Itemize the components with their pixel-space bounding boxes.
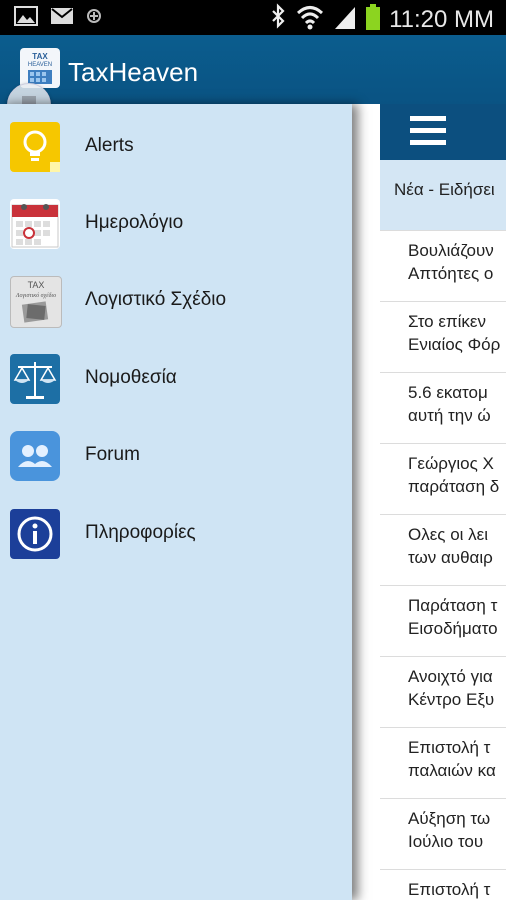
news-title: Ανοιχτό για xyxy=(408,667,493,686)
image-notification-icon xyxy=(14,6,38,31)
svg-text:Λογιστικό σχέδιο: Λογιστικό σχέδιο xyxy=(15,293,56,299)
app-title: TaxHeaven xyxy=(68,57,199,87)
drawer-item-forum[interactable]: Forum xyxy=(0,423,352,493)
section-header: Νέα - Ειδήσει xyxy=(380,160,506,230)
usb-notification-icon xyxy=(86,6,102,31)
news-subtitle: παράταση δ xyxy=(408,477,500,496)
lightbulb-icon xyxy=(10,122,60,172)
drawer-item-legislation[interactable]: Νομοθεσία xyxy=(0,346,352,416)
drawer-item-label: Alerts xyxy=(85,135,134,156)
news-title: Αύξηση τω xyxy=(408,809,491,828)
forum-icon xyxy=(10,431,60,481)
news-item[interactable]: 5.6 εκατομ αυτή την ώ xyxy=(380,372,506,443)
drawer-item-label: Νομοθεσία xyxy=(85,367,177,388)
content-toolbar xyxy=(380,104,506,160)
news-title: Επιστολή τ xyxy=(408,880,491,899)
drawer-item-label: Λογιστικό Σχέδιο xyxy=(85,289,227,310)
clock: 11:20 MM xyxy=(389,5,494,33)
calendar-icon xyxy=(10,199,60,249)
news-title: Ολες οι λει xyxy=(408,525,489,544)
wifi-icon xyxy=(295,3,325,36)
news-item[interactable]: Γεώργιος Χ παράταση δ xyxy=(380,443,506,514)
info-icon xyxy=(10,509,60,559)
news-title: 5.6 εκατομ xyxy=(408,383,488,402)
drawer-item-label: Ημερολόγιο xyxy=(85,212,184,233)
section-title: Νέα - Ειδήσει xyxy=(394,180,495,199)
drawer-item-info[interactable]: Πληροφορίες xyxy=(0,501,352,571)
news-subtitle: Κέντρο Εξυ xyxy=(408,690,495,709)
news-item[interactable]: Βουλιάζουν Απτόητες ο xyxy=(380,230,506,301)
app-logo[interactable]: TAX HEAVEN xyxy=(20,48,60,88)
news-item[interactable]: Επιστολή τ xyxy=(380,869,506,900)
news-subtitle: παλαιών κα xyxy=(408,761,496,780)
battery-icon xyxy=(365,3,381,36)
news-subtitle: Ενιαίος Φόρ xyxy=(408,335,501,354)
news-subtitle: Απτόητες ο xyxy=(408,264,494,283)
app-bar: TAX HEAVEN TaxHeaven xyxy=(0,35,506,104)
signal-icon xyxy=(333,3,357,36)
news-item[interactable]: Ολες οι λει των αυθαιρ xyxy=(380,514,506,585)
news-subtitle: αυτή την ώ xyxy=(408,406,491,425)
news-item[interactable]: Παράταση τ Εισοδήματο xyxy=(380,585,506,656)
news-item[interactable]: Αύξηση τω Ιούλιο του xyxy=(380,798,506,869)
svg-text:HEAVEN: HEAVEN xyxy=(28,62,52,68)
news-title: Στο επίκεν xyxy=(408,312,487,331)
svg-text:TAX: TAX xyxy=(28,280,45,290)
news-title: Γεώργιος Χ xyxy=(408,454,494,473)
email-notification-icon xyxy=(50,6,74,31)
news-subtitle: Εισοδήματο xyxy=(408,619,498,638)
news-item[interactable]: Επιστολή τ παλαιών κα xyxy=(380,727,506,798)
news-subtitle: Ιούλιο του xyxy=(408,832,484,851)
drawer-item-accounting-plan[interactable]: TAX Λογιστικό σχέδιο Λογιστικό Σχέδιο xyxy=(0,268,352,338)
news-title: Επιστολή τ xyxy=(408,738,491,757)
drawer-item-calendar[interactable]: Ημερολόγιο xyxy=(0,191,352,261)
status-bar: 11:20 MM xyxy=(0,0,506,35)
main-content: Νέα - Ειδήσει Βουλιάζουν Απτόητες ο Στο … xyxy=(352,104,506,900)
menu-icon[interactable] xyxy=(410,116,446,146)
drawer-item-label: Πληροφορίες xyxy=(85,522,196,543)
news-item[interactable]: Στο επίκεν Ενιαίος Φόρ xyxy=(380,301,506,372)
news-subtitle: των αυθαιρ xyxy=(408,548,493,567)
news-title: Βουλιάζουν xyxy=(408,241,494,260)
drawer-item-label: Forum xyxy=(85,444,140,465)
news-item[interactable]: Ανοιχτό για Κέντρο Εξυ xyxy=(380,656,506,727)
svg-text:TAX: TAX xyxy=(32,52,48,61)
accounting-plan-icon: TAX Λογιστικό σχέδιο xyxy=(10,276,62,328)
bluetooth-icon xyxy=(269,3,287,36)
news-title: Παράταση τ xyxy=(408,596,498,615)
navigation-drawer: Alerts Ημερολόγιο TAX Λογιστικό σχέδιο Λ… xyxy=(0,104,352,900)
scales-icon xyxy=(10,354,60,404)
drawer-item-alerts[interactable]: Alerts xyxy=(0,114,352,184)
